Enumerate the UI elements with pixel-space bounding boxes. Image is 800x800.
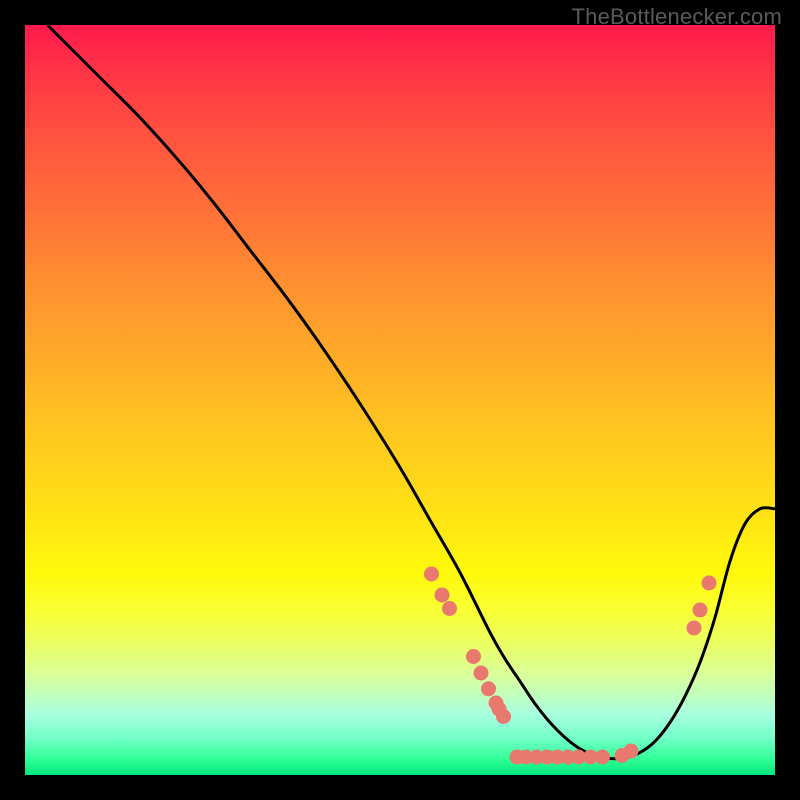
marker-point — [595, 750, 610, 765]
marker-point — [435, 588, 450, 603]
marker-point — [424, 567, 439, 582]
marker-point — [693, 603, 708, 618]
marker-point — [481, 681, 496, 696]
bottleneck-curve — [48, 25, 776, 759]
marker-point — [466, 649, 481, 664]
marker-point — [474, 666, 489, 681]
marker-point — [687, 621, 702, 636]
marker-point — [624, 744, 639, 759]
marker-point — [496, 709, 511, 724]
curve-layer — [25, 25, 775, 775]
marker-point — [442, 601, 457, 616]
marker-point — [702, 576, 717, 591]
marker-group — [424, 567, 717, 765]
